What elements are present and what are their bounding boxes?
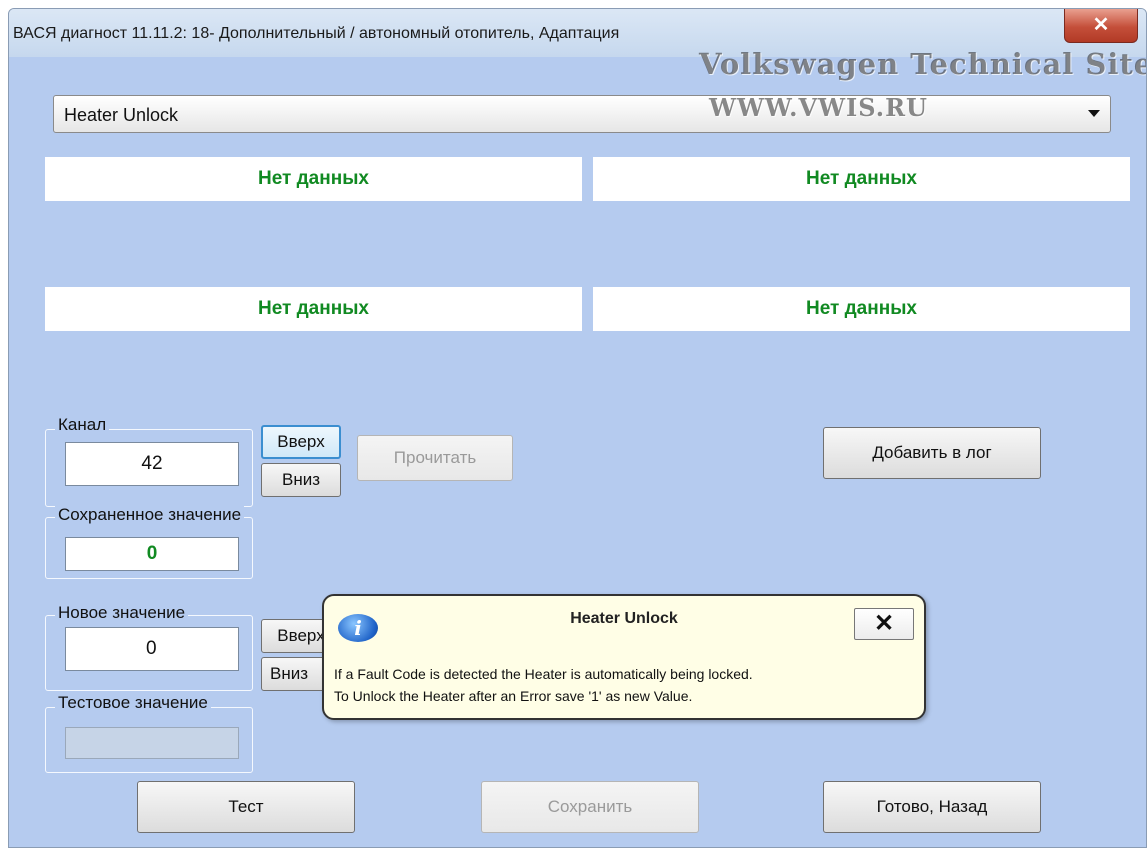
read-button[interactable]: Прочитать bbox=[357, 435, 513, 481]
window-title: ВАСЯ диагност 11.11.2: 18- Дополнительны… bbox=[13, 25, 620, 42]
channel-down-button[interactable]: Вниз bbox=[261, 463, 341, 497]
measurement-field-3: Нет данных bbox=[45, 287, 582, 331]
measurement-field-2: Нет данных bbox=[593, 157, 1130, 201]
info-balloon: i Heater Unlock ✕ If a Fault Code is det… bbox=[322, 594, 926, 720]
test-button[interactable]: Тест bbox=[137, 781, 355, 833]
adaptation-panel: Heater Unlock Нет данных Нет данных Нет … bbox=[9, 57, 1146, 847]
channel-input[interactable]: 42 bbox=[65, 442, 239, 486]
title-bar: ВАСЯ диагност 11.11.2: 18- Дополнительны… bbox=[9, 9, 1146, 57]
balloon-text-line-1: If a Fault Code is detected the Heater i… bbox=[334, 666, 753, 682]
measurement-field-4: Нет данных bbox=[593, 287, 1130, 331]
test-value-field bbox=[65, 727, 239, 759]
stored-value-field: 0 bbox=[65, 537, 239, 571]
stored-value-label: Сохраненное значение bbox=[55, 505, 245, 525]
channel-label: Канал bbox=[55, 415, 110, 435]
save-button[interactable]: Сохранить bbox=[481, 781, 699, 833]
new-value-label: Новое значение bbox=[55, 603, 189, 623]
measurement-field-1: Нет данных bbox=[45, 157, 582, 201]
app-window: ВАСЯ диагност 11.11.2: 18- Дополнительны… bbox=[8, 8, 1147, 848]
adaptation-select-value: Heater Unlock bbox=[64, 105, 179, 125]
chevron-down-icon[interactable] bbox=[1088, 110, 1100, 117]
balloon-close-button[interactable]: ✕ bbox=[854, 608, 914, 640]
adaptation-select[interactable]: Heater Unlock bbox=[53, 95, 1111, 133]
done-back-button[interactable]: Готово, Назад bbox=[823, 781, 1041, 833]
window-close-button[interactable]: ✕ bbox=[1064, 9, 1138, 43]
balloon-title: Heater Unlock bbox=[570, 610, 678, 627]
add-to-log-button[interactable]: Добавить в лог bbox=[823, 427, 1041, 479]
new-value-input[interactable]: 0 bbox=[65, 627, 239, 671]
balloon-text-line-2: To Unlock the Heater after an Error save… bbox=[334, 688, 693, 704]
channel-up-button[interactable]: Вверх bbox=[261, 425, 341, 459]
test-value-label: Тестовое значение bbox=[55, 693, 211, 713]
